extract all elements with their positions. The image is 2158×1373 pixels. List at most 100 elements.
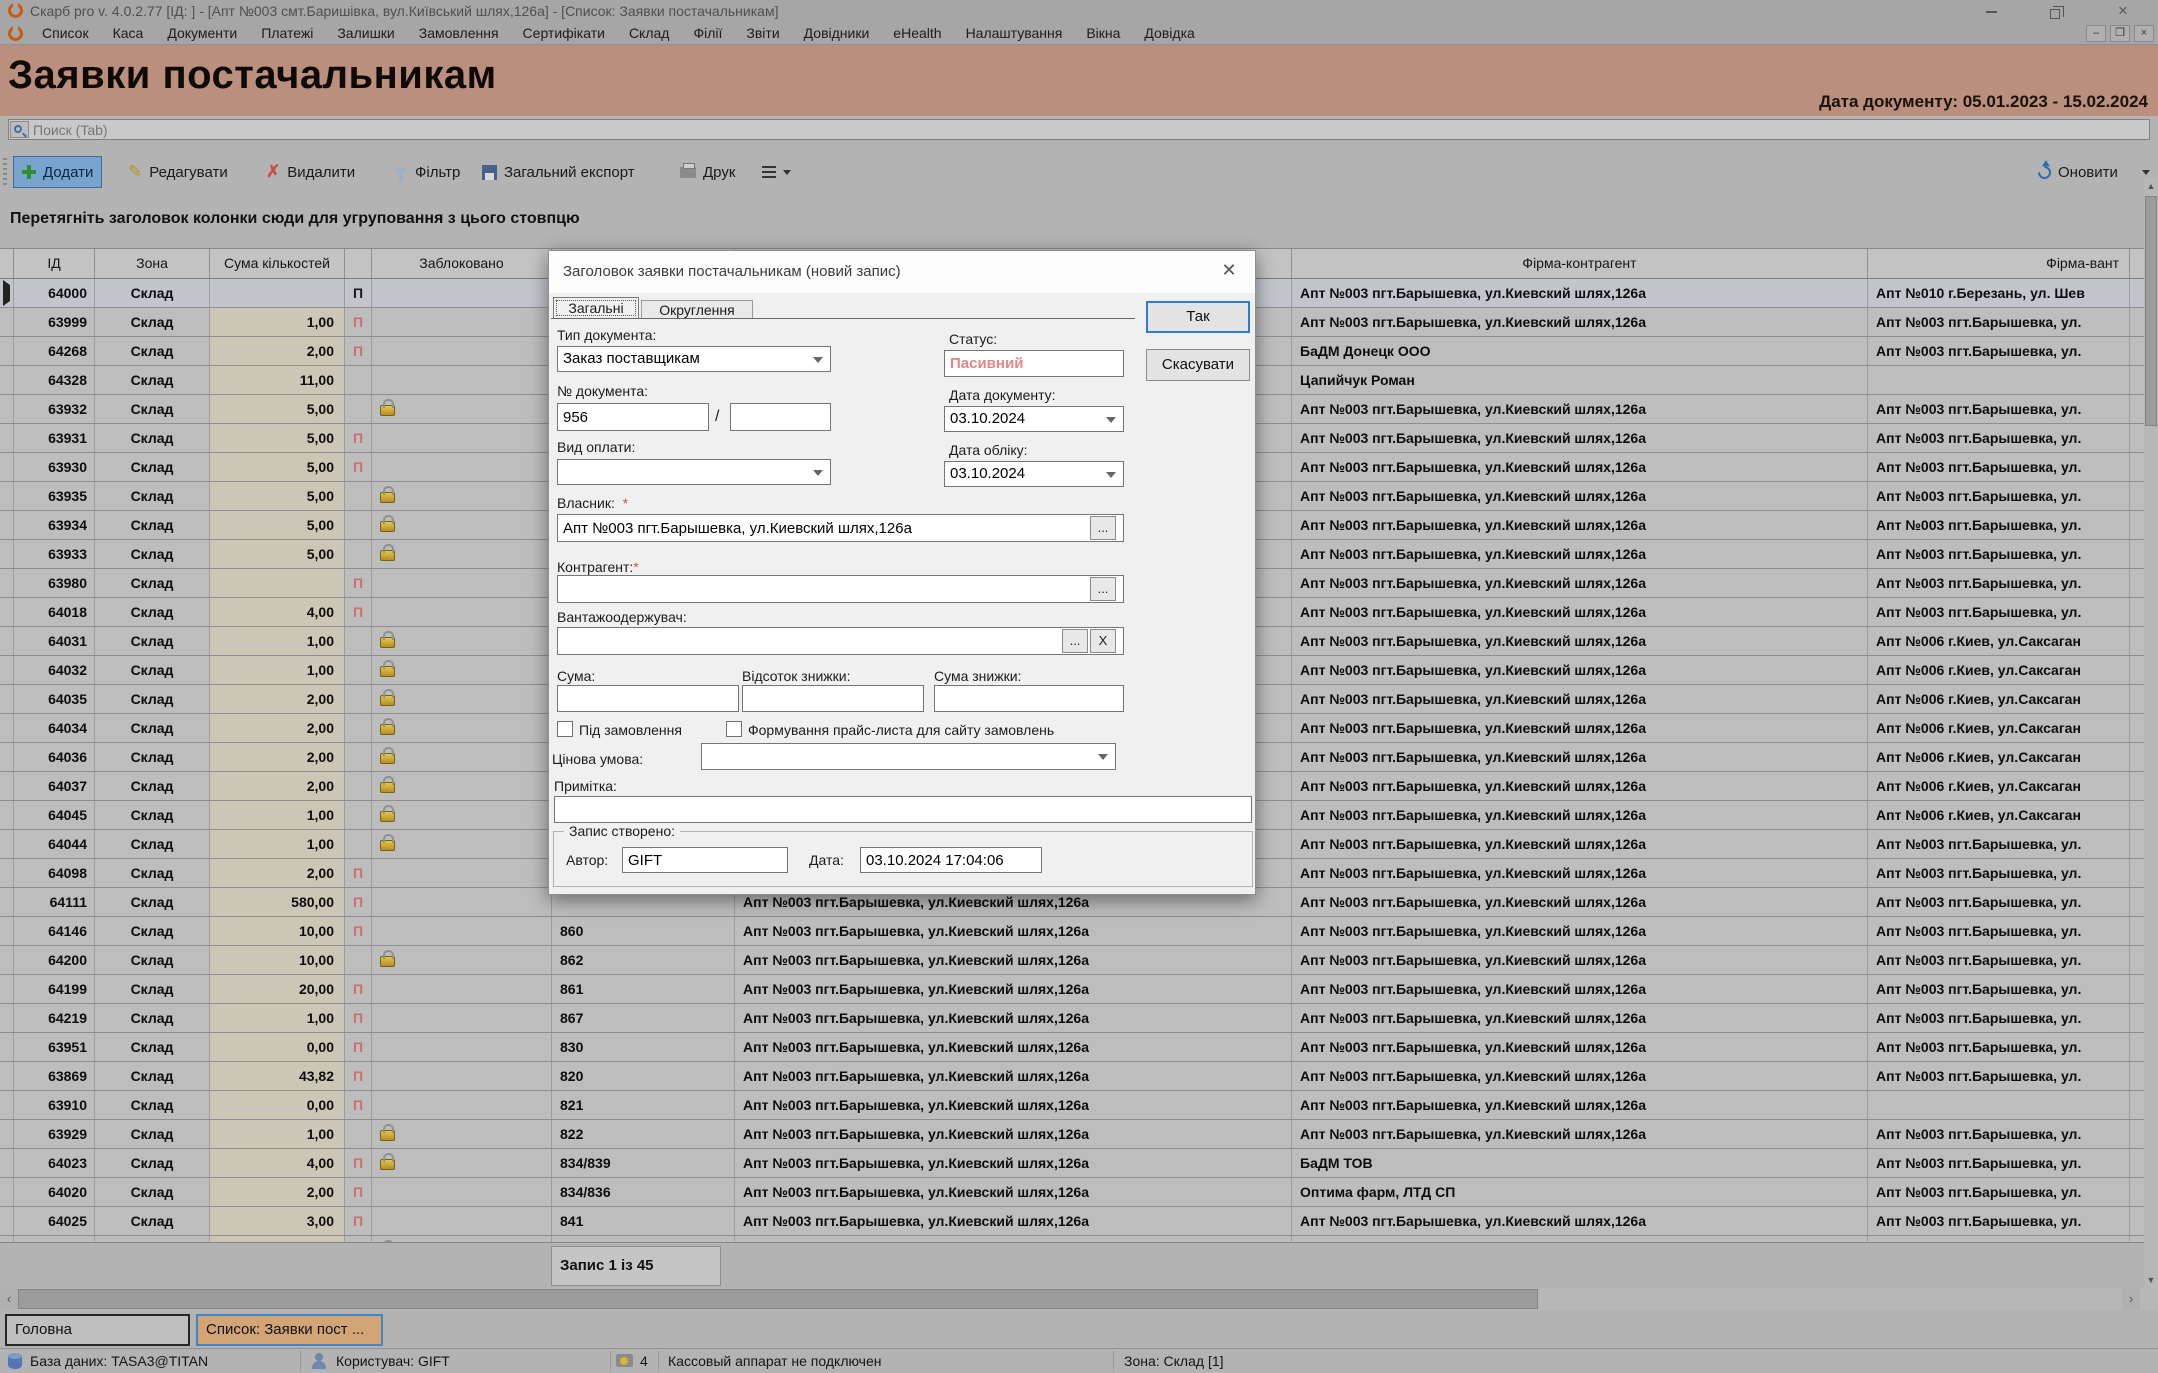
- ok-button[interactable]: Так: [1146, 301, 1250, 333]
- cell-p: [345, 366, 372, 394]
- table-row[interactable]: 64219 Склад 1,00 П 867 Апт №003 пгт.Бары…: [0, 1004, 2144, 1033]
- cell-id: 63932: [14, 395, 95, 423]
- doc-type-label: Тип документа:: [557, 327, 656, 343]
- menu-spysok[interactable]: Список: [30, 22, 101, 45]
- acc-date-picker[interactable]: 03.10.2024: [944, 461, 1124, 487]
- table-row[interactable]: 64023 Склад 4,00 П 834/839 Апт №003 пгт.…: [0, 1149, 2144, 1178]
- consignee-clear-button[interactable]: X: [1090, 629, 1116, 653]
- menu-nalashtuvannia[interactable]: Налаштування: [954, 22, 1075, 45]
- horizontal-scroll-thumb[interactable]: [18, 1289, 1538, 1309]
- owner-browse-button[interactable]: ...: [1090, 516, 1116, 540]
- consignee-browse-button[interactable]: ...: [1062, 629, 1088, 653]
- discount-sum-input[interactable]: [934, 685, 1124, 712]
- table-row[interactable]: 63929 Склад 1,00 822 Апт №003 пгт.Барыше…: [0, 1120, 2144, 1149]
- cell-p: П: [345, 888, 372, 916]
- header-contragent[interactable]: Фірма-контрагент: [1292, 249, 1868, 278]
- header-blocked[interactable]: Заблоковано: [372, 249, 552, 278]
- scroll-left-arrow[interactable]: ‹: [0, 1288, 18, 1310]
- export-button[interactable]: Загальний експорт: [474, 156, 643, 188]
- menu-sklad[interactable]: Склад: [617, 22, 682, 45]
- under-order-checkbox[interactable]: [557, 721, 573, 737]
- table-row[interactable]: 64025 Склад 3,00 П 841 Апт №003 пгт.Бары…: [0, 1207, 2144, 1236]
- header-p[interactable]: [345, 249, 372, 278]
- cell-blocked: [372, 366, 552, 394]
- cell-zone: Склад: [95, 1033, 210, 1061]
- horizontal-scrollbar[interactable]: ‹ ›: [0, 1288, 2158, 1310]
- header-consignee[interactable]: Фірма-вант: [1868, 249, 2130, 278]
- doc-date-picker[interactable]: 03.10.2024: [944, 406, 1124, 432]
- vertical-scrollbar[interactable]: ▲ ▼: [2144, 178, 2158, 1288]
- author-input[interactable]: [622, 847, 788, 873]
- window-minimize-button[interactable]: [1976, 2, 2006, 20]
- print-button[interactable]: Друк: [672, 156, 743, 188]
- delete-button[interactable]: ✗Видалити: [258, 156, 363, 188]
- window-restore-button[interactable]: [2040, 4, 2070, 22]
- mdi-close-button[interactable]: ×: [2134, 25, 2154, 42]
- note-input[interactable]: [554, 796, 1252, 823]
- dialog-tab-rounding[interactable]: Округлення: [641, 300, 753, 319]
- add-button[interactable]: Додати: [13, 156, 102, 188]
- search-input[interactable]: [33, 120, 2133, 139]
- menu-vikna[interactable]: Вікна: [1074, 22, 1132, 45]
- vertical-scroll-thumb[interactable]: [2145, 196, 2157, 426]
- window-close-button[interactable]: ×: [2108, 2, 2138, 20]
- table-row[interactable]: 63910 Склад 0,00 П 821 Апт №003 пгт.Бары…: [0, 1091, 2144, 1120]
- doc-no-suffix-input[interactable]: [730, 403, 831, 431]
- tab-list-zayavky[interactable]: Список: Заявки пост ...: [196, 1314, 383, 1346]
- menu-zalyshky[interactable]: Залишки: [325, 22, 406, 45]
- owner-input[interactable]: [557, 514, 1124, 542]
- header-id[interactable]: ІД: [14, 249, 95, 278]
- mdi-minimize-button[interactable]: –: [2086, 25, 2106, 42]
- doc-no-input[interactable]: [557, 403, 709, 431]
- cell-id: 64328: [14, 366, 95, 394]
- menu-filii[interactable]: Філії: [681, 22, 734, 45]
- scroll-down-arrow[interactable]: ▼: [2144, 1272, 2158, 1288]
- contragent-input[interactable]: [557, 575, 1124, 603]
- contragent-browse-button[interactable]: ...: [1090, 577, 1116, 601]
- toolbar: Додати ✎Редагувати ✗Видалити Фільтр Зага…: [0, 148, 2158, 196]
- menu-dokumenty[interactable]: Документи: [155, 22, 249, 45]
- scroll-right-arrow[interactable]: ›: [2122, 1288, 2140, 1310]
- consignee-input[interactable]: [557, 627, 1124, 655]
- menu-dovidnyky[interactable]: Довідники: [792, 22, 882, 45]
- price-list-checkbox[interactable]: [726, 721, 742, 737]
- page-title: Заявки постачальникам: [8, 53, 497, 98]
- edit-button[interactable]: ✎Редагувати: [120, 156, 236, 188]
- created-date-input[interactable]: [860, 847, 1042, 873]
- menu-sertyfikaty[interactable]: Сертифікати: [511, 22, 617, 45]
- menu-zvity[interactable]: Звіти: [734, 22, 791, 45]
- dialog-close-button[interactable]: ✕: [1217, 260, 1241, 281]
- menu-kasa[interactable]: Каса: [101, 22, 156, 45]
- table-row[interactable]: 64200 Склад 10,00 862 Апт №003 пгт.Барыш…: [0, 946, 2144, 975]
- tab-home[interactable]: Головна: [5, 1314, 190, 1346]
- menu-ehealth[interactable]: eHealth: [881, 22, 953, 45]
- table-row[interactable]: 64020 Склад 2,00 П 834/836 Апт №003 пгт.…: [0, 1178, 2144, 1207]
- cancel-button[interactable]: Скасувати: [1146, 349, 1250, 381]
- cell-id: 64036: [14, 743, 95, 771]
- cell-qty: 10,00: [210, 917, 345, 945]
- discount-pct-input[interactable]: [742, 685, 924, 712]
- table-row[interactable]: 63951 Склад 0,00 П 830 Апт №003 пгт.Бары…: [0, 1033, 2144, 1062]
- price-cond-combobox[interactable]: [701, 743, 1116, 770]
- list-options-button[interactable]: [754, 156, 799, 188]
- search-button[interactable]: [10, 121, 29, 138]
- menu-dovidka[interactable]: Довідка: [1132, 22, 1206, 45]
- header-qty[interactable]: Сума кількостей: [210, 249, 345, 278]
- header-zone[interactable]: Зона: [95, 249, 210, 278]
- doc-type-combobox[interactable]: Заказ поставщикам: [557, 346, 831, 372]
- table-row[interactable]: 64199 Склад 20,00 П 861 Апт №003 пгт.Бар…: [0, 975, 2144, 1004]
- mdi-restore-button[interactable]: ❐: [2110, 25, 2130, 42]
- cell-qty: [210, 279, 345, 307]
- pay-type-combobox[interactable]: [557, 459, 831, 485]
- toolbar-grip[interactable]: [3, 158, 7, 186]
- sum-input[interactable]: [557, 685, 739, 712]
- scroll-up-arrow[interactable]: ▲: [2144, 178, 2158, 194]
- cell-qty: 1,00: [210, 830, 345, 858]
- dialog-tab-general[interactable]: Загальні: [553, 297, 639, 319]
- table-row[interactable]: 64146 Склад 10,00 П 860 Апт №003 пгт.Бар…: [0, 917, 2144, 946]
- menu-zamovlennia[interactable]: Замовлення: [407, 22, 511, 45]
- menu-platezhi[interactable]: Платежі: [249, 22, 325, 45]
- filter-button[interactable]: Фільтр: [386, 156, 468, 188]
- table-row[interactable]: 63869 Склад 43,82 П 820 Апт №003 пгт.Бар…: [0, 1062, 2144, 1091]
- refresh-button[interactable]: Оновити: [2030, 156, 2126, 188]
